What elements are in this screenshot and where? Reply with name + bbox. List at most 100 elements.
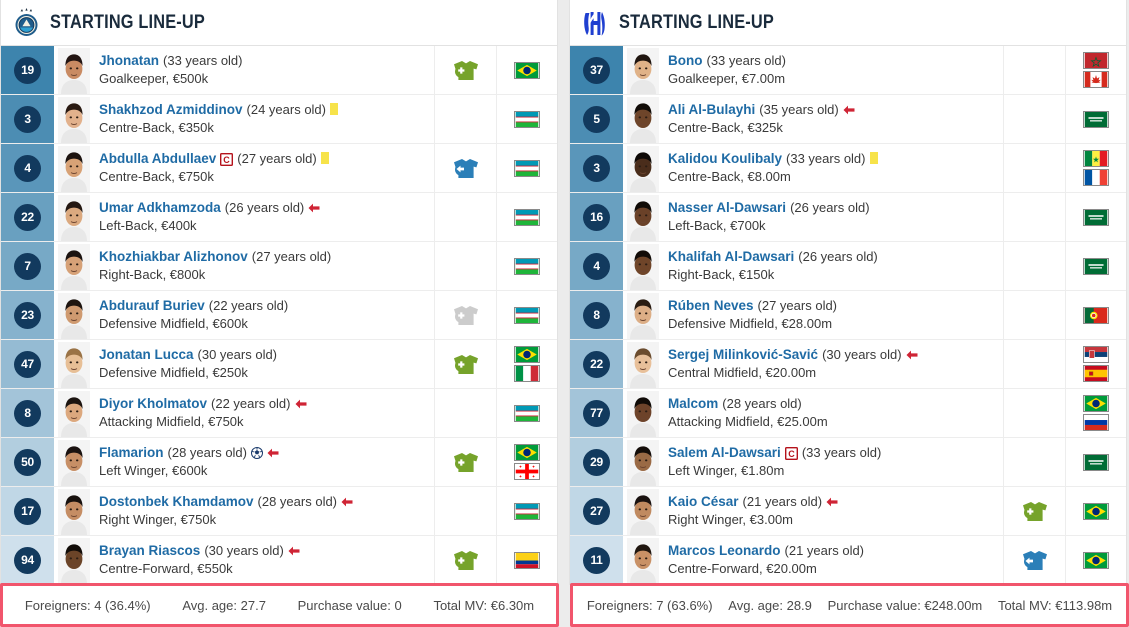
player-name-link[interactable]: Ali Al-Bulayhi (668, 102, 755, 118)
lineup-row[interactable]: 37 Bono (33 years old) Goalkeeper, €7.00m (570, 46, 1126, 95)
player-info-cell: Khalifah Al-Dawsari (26 years old) Right-B… (659, 242, 1003, 290)
left-panel-title: STARTING LINE-UP (50, 11, 205, 33)
player-name-link[interactable]: Jhonatan (99, 53, 159, 69)
player-photo-cell[interactable] (54, 340, 90, 388)
player-photo-cell[interactable] (54, 193, 90, 241)
player-name-link[interactable]: Kalidou Koulibaly (668, 151, 782, 167)
lineup-row[interactable]: 22 Umar Adkhamzoda (26 years old) Left-Back… (1, 193, 557, 242)
player-photo-cell[interactable] (623, 242, 659, 290)
lineup-row[interactable]: 17 Dostonbek Khamdamov (28 years old) Right… (1, 487, 557, 536)
player-photo-cell[interactable] (623, 144, 659, 192)
player-photo-cell[interactable] (54, 95, 90, 143)
lineup-row[interactable]: 22 Sergej Milinković-Savić (30 years old) C… (570, 340, 1126, 389)
player-name-link[interactable]: Diyor Kholmatov (99, 396, 207, 412)
sub-in-green-icon[interactable] (453, 452, 479, 473)
lineup-row[interactable]: 5 Ali Al-Bulayhi (35 years old) Centre-Back… (570, 95, 1126, 144)
player-photo-cell[interactable] (54, 291, 90, 339)
player-age: (26 years old) (224, 200, 305, 215)
player-photo-cell[interactable] (54, 389, 90, 437)
substitution-cell[interactable] (434, 340, 496, 388)
player-name-link[interactable]: Marcos Leonardo (668, 543, 781, 559)
substitution-cell[interactable] (1003, 536, 1065, 584)
player-name-link[interactable]: Sergej Milinković-Savić (668, 347, 818, 363)
player-photo-cell[interactable] (623, 340, 659, 388)
player-photo-cell[interactable] (623, 46, 659, 94)
player-photo-cell[interactable] (54, 46, 90, 94)
player-name-link[interactable]: Khozhiakbar Alizhonov (99, 249, 248, 265)
nationality-cell (1065, 389, 1126, 437)
lineup-row[interactable]: 19 Jhonatan (33 years old) Goalkeeper, €500… (1, 46, 557, 95)
player-photo-cell[interactable] (54, 536, 90, 584)
sub-out-blue-icon[interactable] (1022, 550, 1048, 571)
lineup-row[interactable]: 77 Malcom (28 years old) Attacking Midfield… (570, 389, 1126, 438)
player-name-link[interactable]: Flamarion (99, 445, 164, 461)
shirt-number-badge: 23 (14, 301, 41, 329)
lineup-row[interactable]: 8 Rúben Neves (27 years old) Defensive Midf… (570, 291, 1126, 340)
player-name-link[interactable]: Kaio César (668, 494, 739, 510)
player-position-value: Centre-Back, €350k (99, 120, 214, 135)
shirt-number-badge: 22 (14, 203, 41, 231)
player-photo-cell[interactable] (623, 438, 659, 486)
sub-out-blue-icon[interactable] (453, 158, 479, 179)
lineup-row[interactable]: 7 Khozhiakbar Alizhonov (27 years old) Righ… (1, 242, 557, 291)
player-age: (21 years old) (742, 494, 823, 509)
substitution-cell[interactable] (1003, 487, 1065, 535)
flag-uzbekistan-icon (514, 257, 540, 275)
shirt-number-cell: 23 (1, 291, 54, 339)
lineup-row[interactable]: 50 Flamarion (28 years old) Left Winger, €6… (1, 438, 557, 487)
sub-in-grey-icon[interactable] (453, 305, 479, 326)
player-name-link[interactable]: Umar Adkhamzoda (99, 200, 221, 216)
lineup-row[interactable]: 4 Abdulla Abdullaev C (27 years old) Centre-… (1, 144, 557, 193)
nationality-cell (1065, 193, 1126, 241)
player-name-link[interactable]: Dostonbek Khamdamov (99, 494, 254, 510)
player-photo-cell[interactable] (54, 242, 90, 290)
sub-in-green-icon[interactable] (453, 550, 479, 571)
substitution-cell[interactable] (434, 144, 496, 192)
lineup-row[interactable]: 29 Salem Al-Dawsari C (33 years old) Left Wi… (570, 438, 1126, 487)
player-photo-cell[interactable] (54, 438, 90, 486)
substitution-cell[interactable] (434, 536, 496, 584)
player-photo-cell[interactable] (54, 144, 90, 192)
lineup-row[interactable]: 16 Nasser Al-Dawsari (26 years old) Left-Ba… (570, 193, 1126, 242)
lineup-row[interactable]: 27 Kaio César (21 years old) Right Winger, … (570, 487, 1126, 536)
player-photo-cell[interactable] (623, 536, 659, 584)
lineup-row[interactable]: 3 Shakhzod Azmiddinov (24 years old) Centre… (1, 95, 557, 144)
player-name-link[interactable]: Salem Al-Dawsari (668, 445, 781, 461)
player-name-link[interactable]: Jonatan Lucca (99, 347, 194, 363)
player-name-link[interactable]: Brayan Riascos (99, 543, 200, 559)
player-name-link[interactable]: Shakhzod Azmiddinov (99, 102, 243, 118)
lineup-row[interactable]: 4 Khalifah Al-Dawsari (26 years old) Right-… (570, 242, 1126, 291)
player-name-link[interactable]: Rúben Neves (668, 298, 754, 314)
lineup-row[interactable]: 23 Abdurauf Buriev (22 years old) Defensive… (1, 291, 557, 340)
lineup-row[interactable]: 11 Marcos Leonardo (21 years old) Centre-Fo… (570, 536, 1126, 584)
player-photo-cell[interactable] (623, 487, 659, 535)
sub-in-green-icon[interactable] (1022, 501, 1048, 522)
nationality-cell (496, 46, 557, 94)
player-name-link[interactable]: Khalifah Al-Dawsari (668, 249, 794, 265)
player-name-link[interactable]: Bono (668, 53, 703, 69)
substitution-cell[interactable] (434, 438, 496, 486)
shirt-number-cell: 8 (1, 389, 54, 437)
substitution-cell[interactable] (434, 291, 496, 339)
player-name-link[interactable]: Abdulla Abdullaev (99, 151, 216, 167)
player-photo-cell[interactable] (623, 291, 659, 339)
sub-in-green-icon[interactable] (453, 354, 479, 375)
left-total-mv-stat: Total MV: €6.30m (433, 597, 535, 613)
player-name-link[interactable]: Malcom (668, 396, 718, 412)
player-name-link[interactable]: Abdurauf Buriev (99, 298, 205, 314)
substitution-cell[interactable] (434, 46, 496, 94)
player-photo-cell[interactable] (623, 95, 659, 143)
lineup-row[interactable]: 8 Diyor Kholmatov (22 years old) Attacking … (1, 389, 557, 438)
player-name-link[interactable]: Nasser Al-Dawsari (668, 200, 786, 216)
player-position-value: Centre-Back, €750k (99, 169, 214, 184)
lineup-row[interactable]: 94 Brayan Riascos (30 years old) Centre-For… (1, 536, 557, 584)
player-info-cell: Dostonbek Khamdamov (28 years old) Right W… (90, 487, 434, 535)
substituted-off-arrow-icon (843, 105, 855, 115)
player-photo-cell[interactable] (623, 389, 659, 437)
player-photo-cell[interactable] (54, 487, 90, 535)
player-photo-cell[interactable] (623, 193, 659, 241)
lineup-row[interactable]: 3 Kalidou Koulibaly (33 years old) Centre-B… (570, 144, 1126, 193)
lineup-row[interactable]: 47 Jonatan Lucca (30 years old) Defensive M… (1, 340, 557, 389)
sub-in-green-icon[interactable] (453, 60, 479, 81)
player-name-line: Jhonatan (33 years old) (99, 53, 434, 69)
